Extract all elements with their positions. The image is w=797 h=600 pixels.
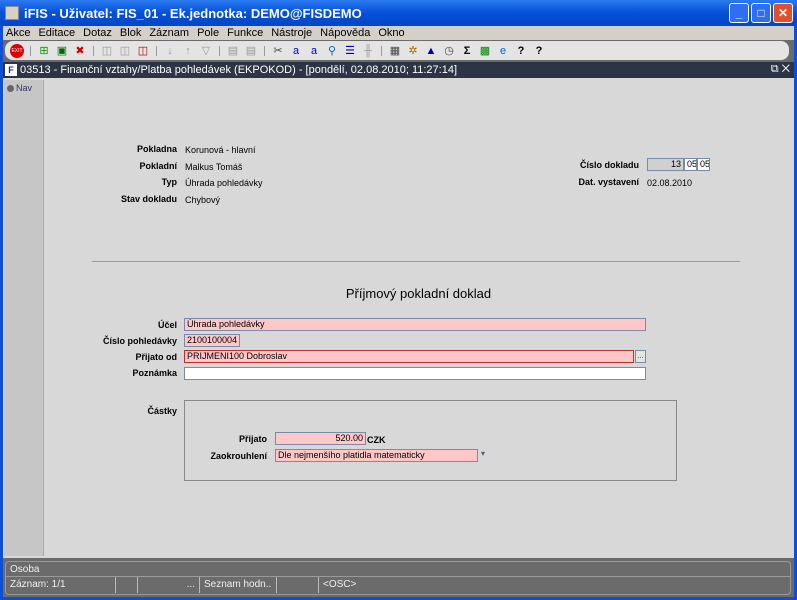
- cancel-query-icon[interactable]: ◫: [136, 44, 150, 58]
- query-icon[interactable]: ◫: [100, 44, 114, 58]
- lov-button[interactable]: …: [635, 350, 646, 363]
- print-setup-icon[interactable]: ▤: [244, 44, 258, 58]
- cislo-dokladu-number: 13: [647, 158, 684, 171]
- cislo-dokladu-label: Číslo dokladu: [579, 160, 639, 170]
- settings-icon[interactable]: ✲: [406, 44, 420, 58]
- prijato-amount-input[interactable]: 520.00: [275, 432, 366, 445]
- stav-label: Stav dokladu: [120, 194, 177, 204]
- status-field: Osoba: [6, 562, 790, 577]
- chevron-down-icon[interactable]: ▾: [481, 449, 485, 458]
- nav-label: Nav: [16, 83, 33, 93]
- status-list: Seznam hodn..: [200, 577, 277, 593]
- prijato-od-label: Přijato od: [135, 352, 177, 362]
- cislo-dokladu-part2: 05: [684, 158, 697, 171]
- menu-akce[interactable]: Akce: [6, 27, 30, 39]
- menu-nastroje[interactable]: Nástroje: [271, 27, 312, 39]
- app-icon: [5, 6, 19, 20]
- sort-desc-icon[interactable]: ↑: [181, 44, 195, 58]
- menu-editace[interactable]: Editace: [38, 27, 75, 39]
- exit-icon[interactable]: EXIT: [10, 43, 24, 58]
- window-titlebar: iFIS - Uživatel: FIS_01 - Ek.jednotka: D…: [0, 0, 797, 26]
- zaokrouhleni-label: Zaokrouhlení: [210, 451, 267, 461]
- menu-blok[interactable]: Blok: [120, 27, 141, 39]
- typ-value: Úhrada pohledávky: [185, 178, 263, 188]
- inner-window-title: 03513 - Finanční vztahy/Platba pohledáve…: [20, 64, 458, 76]
- cislo-dokladu-part3: 05: [697, 158, 710, 171]
- status-bar: Osoba Záznam: 1/1 ... Seznam hodn.. <OSC…: [5, 561, 791, 595]
- columns-icon[interactable]: ╫: [361, 44, 375, 58]
- find-icon[interactable]: ⚲: [325, 44, 339, 58]
- sort-asc-icon[interactable]: ↓: [163, 44, 177, 58]
- restore-icon[interactable]: ⧉: [771, 63, 779, 75]
- cut-icon[interactable]: ✂: [271, 44, 285, 58]
- close-button[interactable]: ✕: [773, 3, 793, 23]
- dat-vystaveni-value: 02.08.2010: [647, 178, 693, 188]
- typ-label: Typ: [161, 177, 177, 187]
- menu-pole[interactable]: Pole: [197, 27, 219, 39]
- ucel-input[interactable]: Úhrada pohledávky: [184, 318, 646, 331]
- pokladna-label: Pokladna: [136, 144, 177, 154]
- window-title: iFIS - Uživatel: FIS_01 - Ek.jednotka: D…: [24, 5, 362, 21]
- toolbar: EXIT ⊞ ▣ ✖ ◫ ◫ ◫ ↓ ↑ ▽ ▤ ▤ ✂ a a ⚲ ☰ ╫ ▦…: [5, 41, 789, 60]
- calendar-icon[interactable]: ▦: [388, 44, 402, 58]
- app-frame: Akce Editace Dotaz Blok Záznam Pole Funk…: [3, 26, 794, 597]
- divider: [92, 261, 740, 262]
- new-record-icon[interactable]: ⊞: [37, 44, 51, 58]
- castky-label: Částky: [147, 406, 177, 416]
- nav-panel: Nav: [4, 80, 44, 556]
- cislo-pohledavky-label: Číslo pohledávky: [102, 336, 177, 346]
- filter-icon[interactable]: ▽: [199, 44, 213, 58]
- print-icon[interactable]: ▤: [226, 44, 240, 58]
- menu-okno[interactable]: Okno: [378, 27, 404, 39]
- menu-zaznam[interactable]: Záznam: [149, 27, 189, 39]
- poznamka-label: Poznámka: [132, 368, 177, 378]
- ucel-label: Účel: [157, 320, 177, 330]
- poznamka-input[interactable]: [184, 367, 646, 380]
- execute-query-icon[interactable]: ◫: [118, 44, 132, 58]
- help-icon[interactable]: ?: [514, 44, 528, 58]
- maximize-button[interactable]: □: [751, 3, 771, 23]
- status-mode: <OSC>: [323, 579, 357, 590]
- pokladni-value: Malkus Tomáš: [185, 162, 243, 172]
- nav-button[interactable]: Nav: [4, 80, 43, 96]
- context-help-icon[interactable]: ?: [532, 44, 546, 58]
- chart-icon[interactable]: ▲: [424, 44, 438, 58]
- currency-label: CZK: [367, 435, 386, 445]
- stav-value: Chybový: [185, 195, 221, 205]
- status-cell3: ...: [138, 577, 200, 593]
- prijato-label: Přijato: [238, 434, 267, 444]
- form-icon: F: [5, 64, 17, 76]
- minimize-button[interactable]: _: [729, 3, 749, 23]
- list-icon[interactable]: ☰: [343, 44, 357, 58]
- pokladni-label: Pokladní: [139, 161, 177, 171]
- zaokrouhleni-select[interactable]: Dle nejmenšího platidla matematicky: [275, 449, 478, 462]
- excel-icon[interactable]: ▩: [478, 44, 492, 58]
- paste-icon[interactable]: a: [307, 44, 321, 58]
- ie-icon[interactable]: e: [496, 44, 510, 58]
- status-record: Záznam: 1/1: [6, 577, 116, 593]
- save-icon[interactable]: ▣: [55, 44, 69, 58]
- menu-funkce[interactable]: Funkce: [227, 27, 263, 39]
- delete-icon[interactable]: ✖: [73, 44, 87, 58]
- clock-icon[interactable]: ◷: [442, 44, 456, 58]
- zaokrouhleni-value: Dle nejmenšího platidla matematicky: [278, 450, 425, 460]
- menu-bar: Akce Editace Dotaz Blok Záznam Pole Funk…: [3, 26, 794, 40]
- status-cell5: [277, 577, 319, 593]
- status-cell2: [116, 577, 138, 593]
- menu-napoveda[interactable]: Nápověda: [320, 27, 370, 39]
- copy-icon[interactable]: a: [289, 44, 303, 58]
- menu-dotaz[interactable]: Dotaz: [83, 27, 112, 39]
- prijato-od-input[interactable]: PRIJMENI100 Dobroslav: [184, 350, 634, 363]
- close-icon[interactable]: ✕: [782, 63, 790, 75]
- dat-vystaveni-label: Dat. vystavení: [578, 177, 639, 187]
- form-content: Nav Pokladna Korunová - hlavní Pokladní …: [3, 78, 794, 558]
- cislo-pohledavky-input[interactable]: 2100100004: [184, 334, 240, 347]
- inner-window-titlebar: F 03513 - Finanční vztahy/Platba pohledá…: [3, 62, 794, 78]
- radio-icon: [7, 84, 14, 92]
- form-heading: Příjmový pokladní doklad: [345, 286, 492, 301]
- sum-icon[interactable]: Σ: [460, 44, 474, 58]
- pokladna-value: Korunová - hlavní: [185, 145, 256, 155]
